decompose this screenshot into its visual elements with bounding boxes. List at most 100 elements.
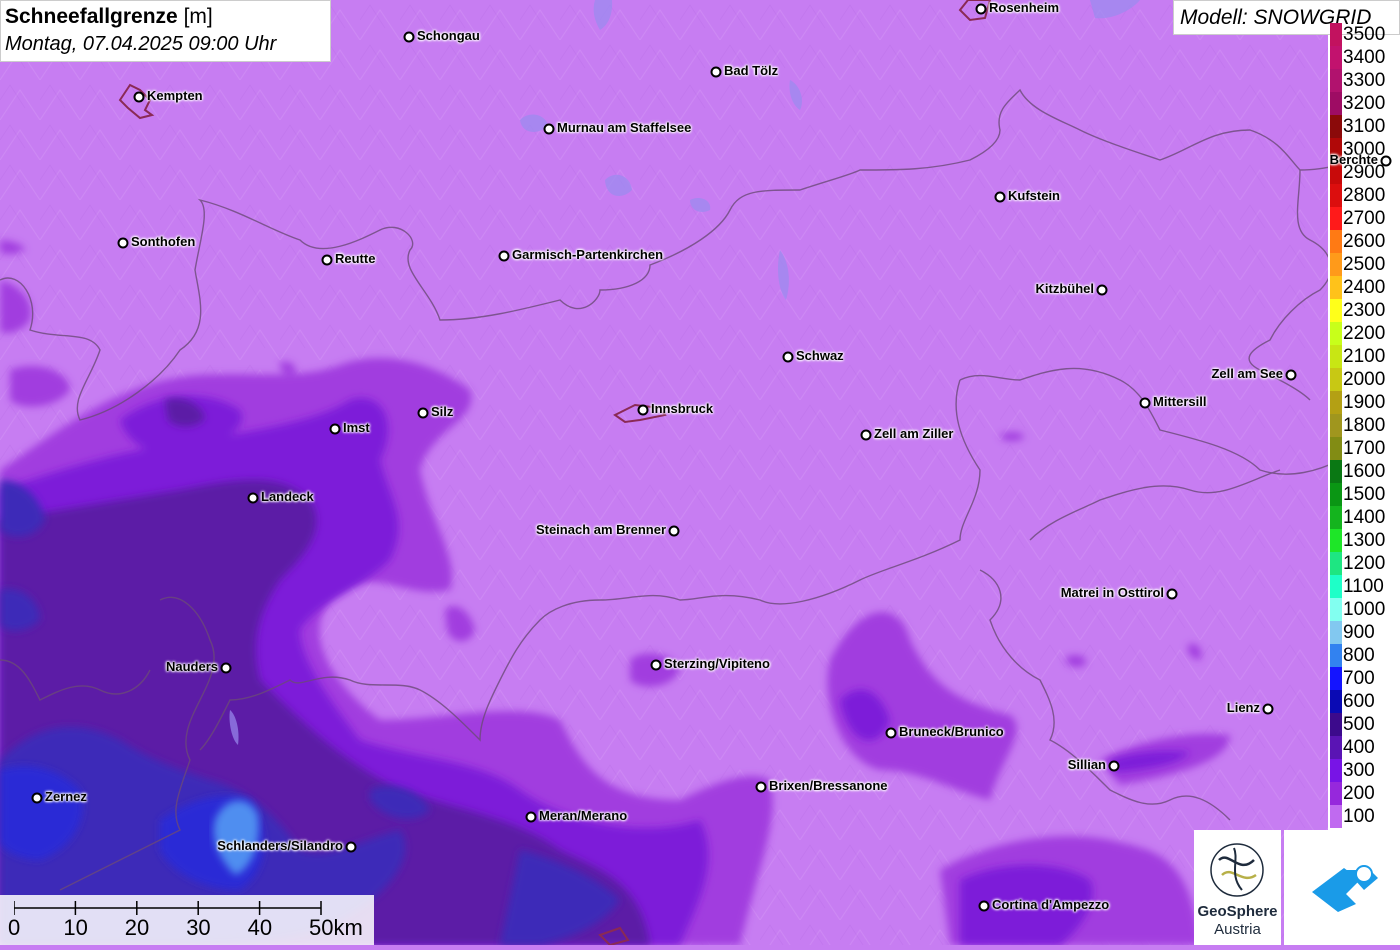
legend-row: 100 xyxy=(1328,805,1400,828)
city-label: Garmisch-Partenkirchen xyxy=(512,247,664,262)
legend-swatch xyxy=(1330,759,1342,782)
city-dot xyxy=(345,841,357,853)
legend-row: 1600 xyxy=(1328,460,1400,483)
city-label: Sonthofen xyxy=(131,234,196,249)
legend-row: 1200 xyxy=(1328,552,1400,575)
legend-row: 200 xyxy=(1328,782,1400,805)
city-label: Sillian xyxy=(1067,757,1106,772)
city-label: Berchte xyxy=(1329,152,1378,167)
map-title-unit: [m] xyxy=(183,5,213,28)
city-dot xyxy=(782,351,794,363)
legend-label: 2000 xyxy=(1343,369,1386,390)
city-label: Schlanders/Silandro xyxy=(217,838,343,853)
legend-label: 2500 xyxy=(1343,254,1386,275)
city-dot xyxy=(220,662,232,674)
city-dot xyxy=(117,237,129,249)
legend-label: 1100 xyxy=(1343,576,1384,597)
legend-swatch xyxy=(1330,506,1342,529)
city-dot xyxy=(1108,760,1120,772)
legend-label: 2700 xyxy=(1343,208,1386,229)
legend-row: 3400 xyxy=(1328,46,1400,69)
city-label: Imst xyxy=(343,420,370,435)
city-dot xyxy=(417,407,429,419)
city-label: Reutte xyxy=(335,251,376,266)
map-datetime: Montag, 07.04.2025 09:00 Uhr xyxy=(5,33,277,55)
legend-row: 1500 xyxy=(1328,483,1400,506)
legend-label: 800 xyxy=(1343,645,1375,666)
scale-bar: 0 10 20 30 40 50km xyxy=(0,895,374,945)
legend-row: 2700 xyxy=(1328,207,1400,230)
city-dot xyxy=(637,404,649,416)
legend-swatch xyxy=(1330,207,1342,230)
legend-row: 1000 xyxy=(1328,598,1400,621)
legend-label: 2300 xyxy=(1343,300,1386,321)
snow-app-logo[interactable] xyxy=(1284,830,1400,945)
legend-swatch xyxy=(1330,805,1342,828)
legend-swatch xyxy=(1330,253,1342,276)
legend-row: 2200 xyxy=(1328,322,1400,345)
legend-label: 600 xyxy=(1343,691,1375,712)
legend-swatch xyxy=(1330,483,1342,506)
legend-label: 3500 xyxy=(1343,24,1386,45)
scale-label: 20 xyxy=(124,915,150,940)
legend-label: 2400 xyxy=(1343,277,1386,298)
legend-row: 1800 xyxy=(1328,414,1400,437)
city-dot xyxy=(133,91,145,103)
city-label: Steinach am Brenner xyxy=(535,522,666,537)
legend-row: 2400 xyxy=(1328,276,1400,299)
legend-row: 3100 xyxy=(1328,115,1400,138)
legend-swatch xyxy=(1330,782,1342,805)
legend-label: 3400 xyxy=(1343,47,1386,68)
city-dot xyxy=(1139,397,1151,409)
legend-label: 1200 xyxy=(1343,553,1386,574)
legend-label: 1000 xyxy=(1343,599,1386,620)
legend-row: 800 xyxy=(1328,644,1400,667)
legend-swatch xyxy=(1330,92,1342,115)
legend-swatch xyxy=(1330,391,1342,414)
legend-label: 2200 xyxy=(1343,323,1386,344)
city-dot xyxy=(525,811,537,823)
city-dot xyxy=(329,423,341,435)
scale-label: 30 xyxy=(186,915,211,940)
snowfall-map[interactable] xyxy=(0,0,1400,945)
city-dot xyxy=(1262,703,1274,715)
legend-label: 700 xyxy=(1343,668,1375,689)
legend-swatch xyxy=(1330,230,1342,253)
legend-label: 2100 xyxy=(1343,346,1386,367)
legend-label: 900 xyxy=(1343,622,1375,643)
scale-label: 10 xyxy=(63,915,88,940)
legend-swatch xyxy=(1330,46,1342,69)
legend-swatch xyxy=(1330,621,1342,644)
city-dot xyxy=(321,254,333,266)
legend-label: 1800 xyxy=(1343,415,1386,436)
city-dot xyxy=(975,3,987,15)
legend-swatch xyxy=(1330,460,1342,483)
legend-label: 1400 xyxy=(1343,507,1386,528)
geosphere-logo[interactable]: GeoSphere Austria xyxy=(1194,830,1281,945)
legend-row: 2100 xyxy=(1328,345,1400,368)
city-label: Rosenheim xyxy=(989,0,1060,15)
city-label: Innsbruck xyxy=(651,401,714,416)
legend-row: 2600 xyxy=(1328,230,1400,253)
city-label: Bad Tölz xyxy=(724,63,779,78)
legend-label: 2600 xyxy=(1343,231,1386,252)
legend-swatch xyxy=(1330,598,1342,621)
city-label: Cortina d'Ampezzo xyxy=(992,897,1110,912)
legend-label: 1300 xyxy=(1343,530,1386,551)
city-label: Schongau xyxy=(417,28,480,43)
geosphere-emblem-icon xyxy=(1210,843,1264,897)
legend-row: 1100 xyxy=(1328,575,1400,598)
legend-label: 100 xyxy=(1343,806,1375,827)
legend-swatch xyxy=(1330,575,1342,598)
legend-row: 2000 xyxy=(1328,368,1400,391)
scale-label: 0 xyxy=(8,915,21,940)
legend-swatch xyxy=(1330,322,1342,345)
city-dot xyxy=(498,250,510,262)
scale-bar-ticks xyxy=(14,901,322,915)
scale-label: 50km xyxy=(309,915,363,940)
city-dot xyxy=(31,792,43,804)
city-dot xyxy=(994,191,1006,203)
legend-swatch xyxy=(1330,23,1342,46)
legend-label: 1500 xyxy=(1343,484,1386,505)
city-label: Brixen/Bressanone xyxy=(769,778,888,793)
